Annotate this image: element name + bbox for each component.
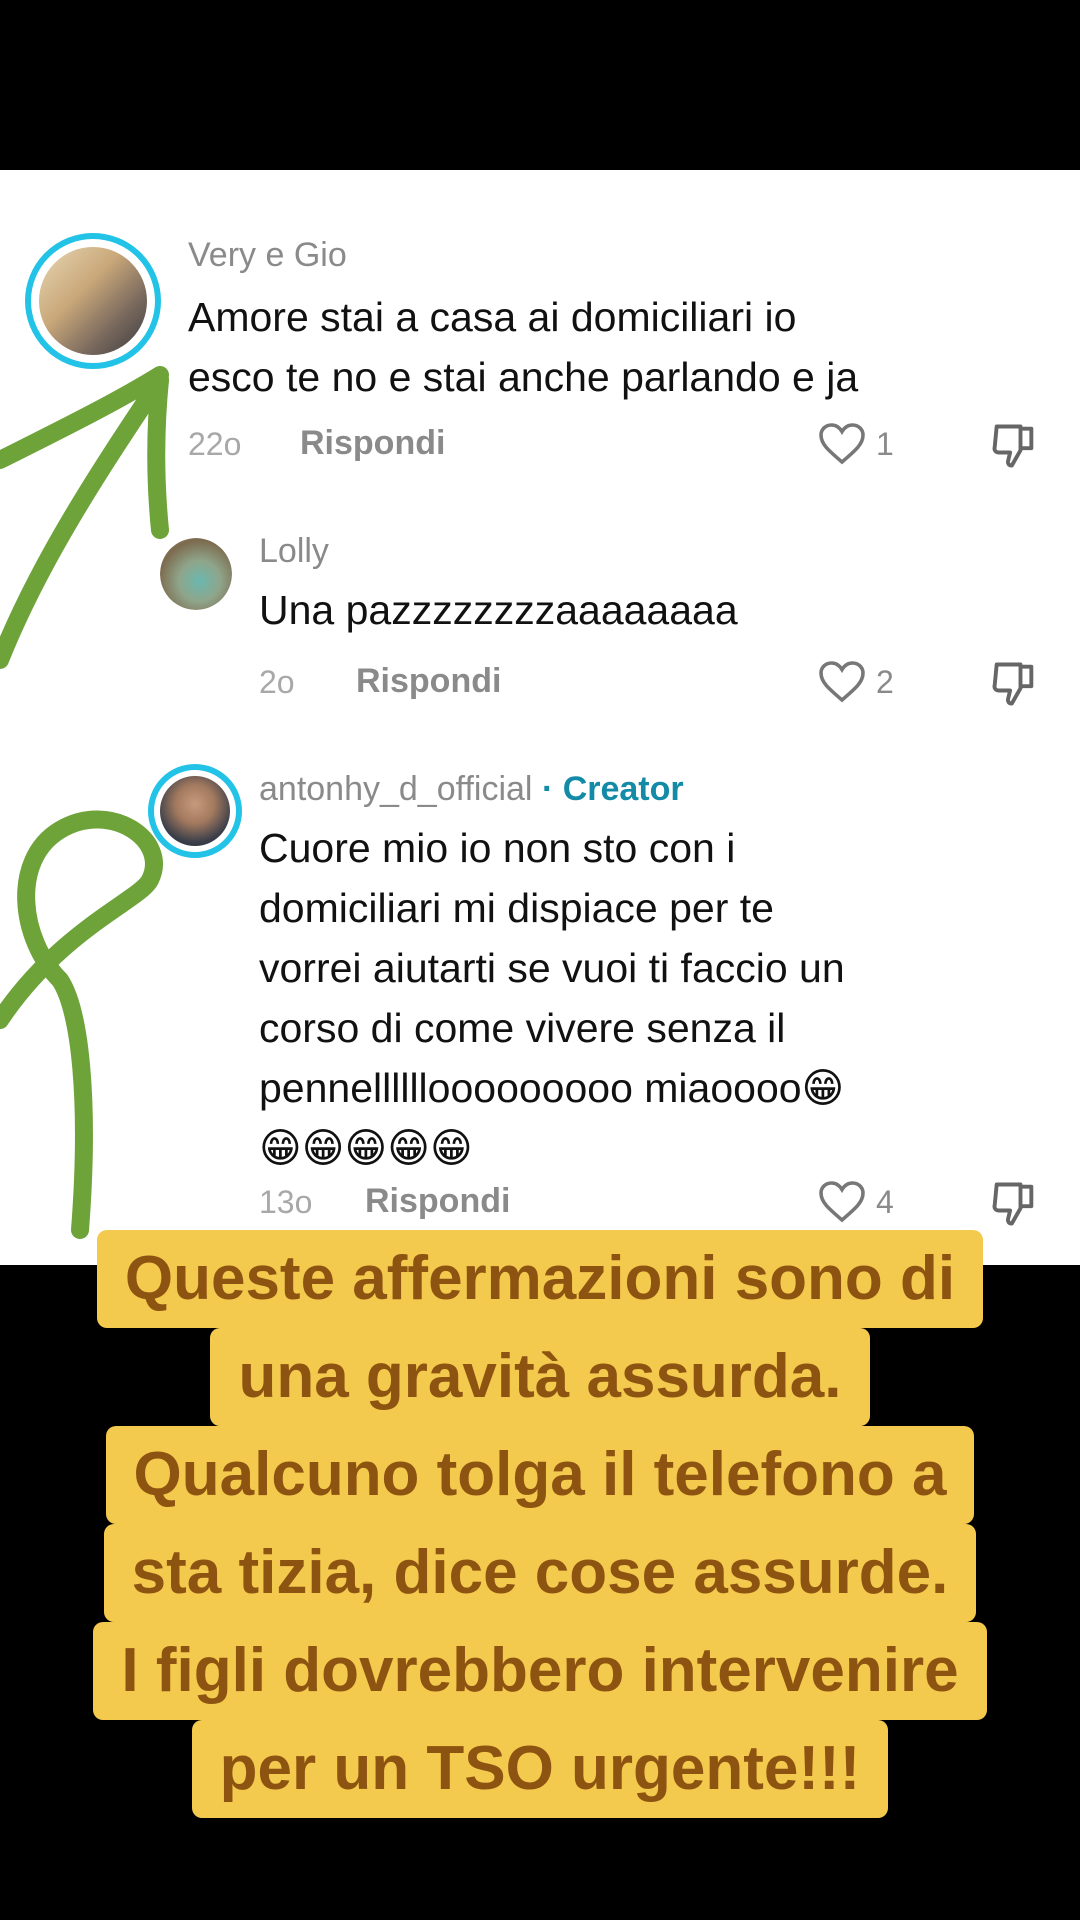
comment-text-line: esco te no e stai anche parlando e ja [188,354,859,400]
creator-badge: · Creator [541,770,684,808]
comment-time: 13o [259,1184,313,1220]
caption-line: I figli dovrebbero intervenire [93,1622,987,1720]
comment-username[interactable]: Lolly [259,532,329,571]
comment-time: 22o [188,426,242,462]
reply-button[interactable]: Rispondi [300,424,445,463]
thumbs-down-icon[interactable] [988,420,1040,472]
like-button[interactable]: 2 [818,660,894,704]
comment-username[interactable]: antonhy_d_official · Creator [259,770,684,809]
heart-outline-icon [819,1181,865,1223]
avatar[interactable] [25,233,161,369]
like-count: 2 [876,663,894,700]
like-button[interactable]: 1 [818,422,894,466]
comment-username[interactable]: Very e Gio [188,236,347,275]
caption-line: Qualcuno tolga il telefono a [105,1426,975,1524]
heart-outline-icon [819,423,865,465]
caption-line: per un TSO urgente!!! [191,1720,889,1818]
reply-button[interactable]: Rispondi [356,662,501,701]
caption-line: sta tizia, dice cose assurde. [103,1524,977,1622]
like-count: 1 [876,425,894,462]
like-count: 4 [876,1183,894,1220]
comment-text-line: Amore stai a casa ai domiciliari io [188,294,797,340]
caption-line: Queste affermazioni sono di [96,1230,984,1328]
caption-line: una gravità assurda. [210,1328,870,1426]
comment-time: 2o [259,664,295,700]
heart-outline-icon [819,661,865,703]
comment-text-line: corso di come vivere senza il [259,1005,786,1051]
comment-text-line: Cuore mio io non sto con i [259,825,736,871]
thumbs-down-icon[interactable] [988,1178,1040,1230]
reply-button[interactable]: Rispondi [365,1182,510,1221]
comment-text-line: domiciliari mi dispiace per te [259,885,774,931]
comment-text-line: pennellllllooooooooo miaoooo😁 [259,1065,845,1111]
comment-text: Una pazzzzzzzzaaaaaaaa [259,580,738,640]
avatar[interactable] [160,538,232,610]
avatar[interactable] [148,764,242,858]
comment-username-text: antonhy_d_official [259,770,533,808]
comment-text-line: vorrei aiutarti se vuoi ti faccio un [259,945,845,991]
video-caption: Queste affermazioni sono di una gravità … [0,1230,1080,1818]
thumbs-down-icon[interactable] [988,658,1040,710]
comment-text: Cuore mio io non sto con i domiciliari m… [259,818,845,1178]
comment-text-line: 😁😁😁😁😁 [259,1125,473,1171]
comment-text-line: Una pazzzzzzzzaaaaaaaa [259,587,738,633]
like-button[interactable]: 4 [818,1180,894,1224]
comment-text: Amore stai a casa ai domiciliari io esco… [188,287,858,407]
